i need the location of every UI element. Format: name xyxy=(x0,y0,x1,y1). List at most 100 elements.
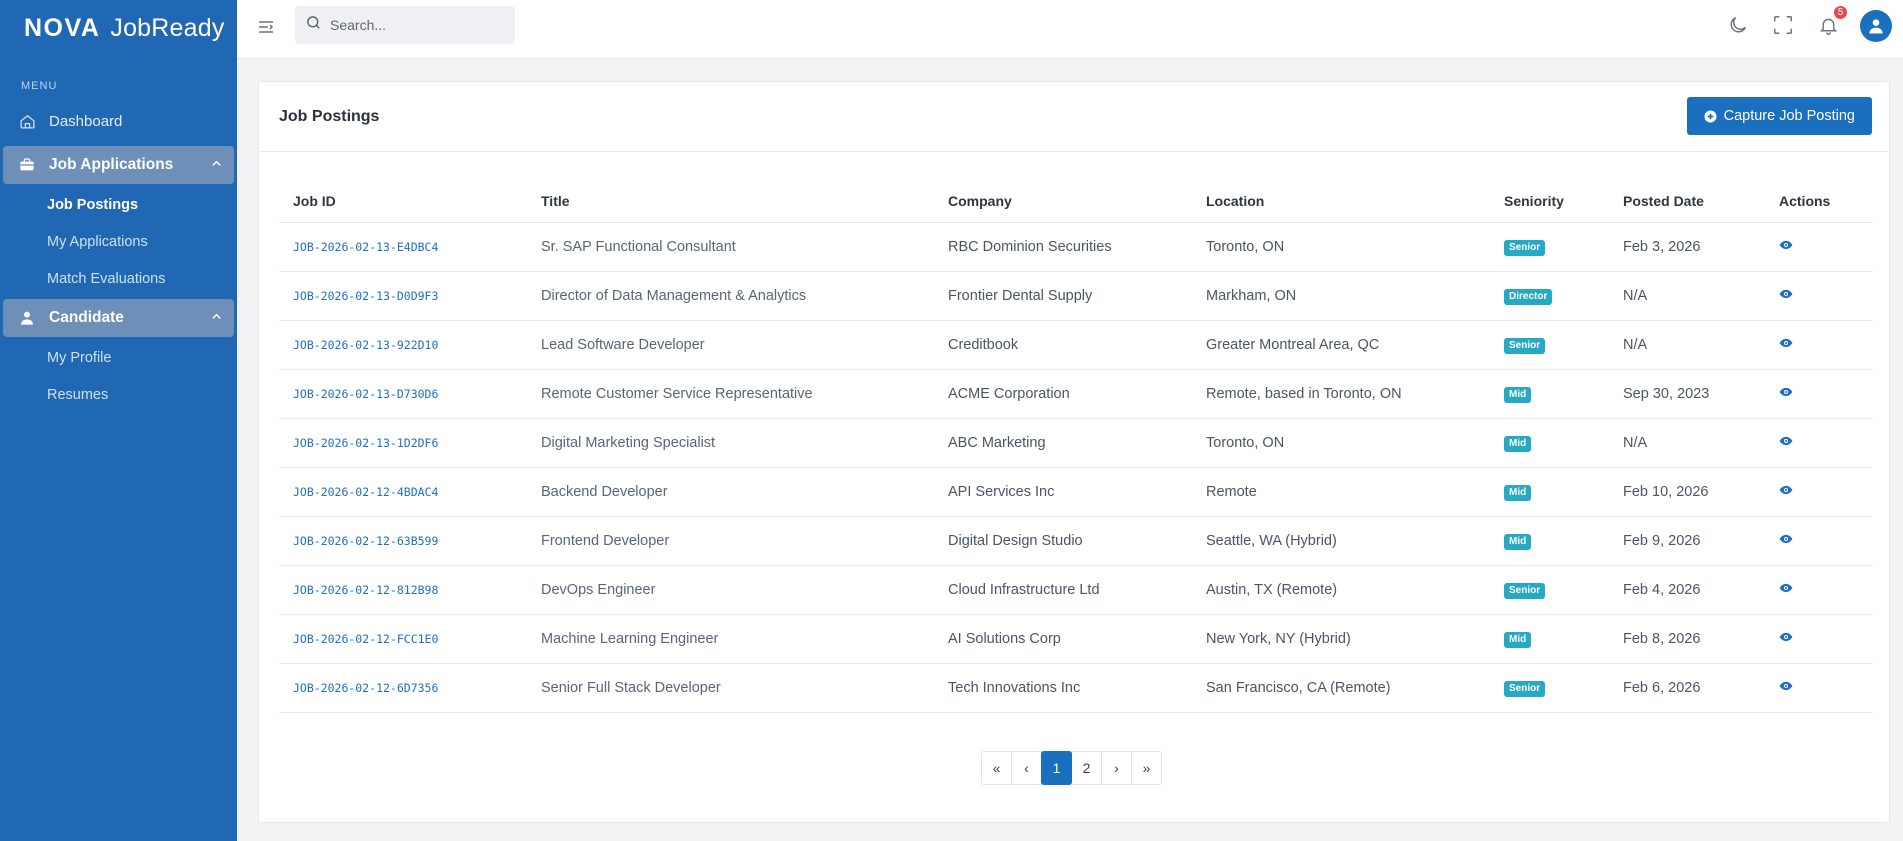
capture-job-posting-button[interactable]: Capture Job Posting xyxy=(1686,97,1872,135)
next-page-button[interactable]: › xyxy=(1101,751,1132,785)
job-title: Machine Learning Engineer xyxy=(527,614,934,664)
moon-icon[interactable] xyxy=(1725,12,1751,38)
eye-icon[interactable] xyxy=(1779,679,1793,693)
job-id-link[interactable]: JOB-2026-02-13-E4DBC4 xyxy=(279,222,527,272)
company-name: Digital Design Studio xyxy=(934,516,1192,566)
company-name: Creditbook xyxy=(934,320,1192,370)
job-postings-card: Job Postings Capture Job Posting Job ID … xyxy=(258,81,1890,823)
job-title: DevOps Engineer xyxy=(527,565,934,615)
seniority-badge: Mid xyxy=(1504,533,1532,550)
eye-icon[interactable] xyxy=(1779,287,1793,301)
sidebar-group-label: Job Applications xyxy=(49,156,174,173)
first-page-button[interactable]: « xyxy=(981,751,1012,785)
eye-icon[interactable] xyxy=(1779,238,1793,252)
location: New York, NY (Hybrid) xyxy=(1192,614,1490,664)
seniority-badge: Senior xyxy=(1504,337,1546,354)
table-row: JOB-2026-02-12-63B599 Frontend Developer D… xyxy=(279,516,1873,566)
sidebar-item-job-postings[interactable]: Job Postings xyxy=(0,186,237,223)
posted-date: Feb 9, 2026 xyxy=(1609,516,1765,566)
location: Austin, TX (Remote) xyxy=(1192,565,1490,615)
search-box[interactable] xyxy=(295,6,515,44)
seniority-cell: Senior xyxy=(1490,222,1609,272)
bell-icon[interactable]: 5 xyxy=(1815,4,1849,38)
header-title[interactable]: Title xyxy=(527,180,934,223)
capture-button-label: Capture Job Posting xyxy=(1723,108,1855,124)
eye-icon[interactable] xyxy=(1779,532,1793,546)
eye-icon[interactable] xyxy=(1779,483,1793,497)
location: Toronto, ON xyxy=(1192,418,1490,468)
posted-date: Feb 4, 2026 xyxy=(1609,565,1765,615)
avatar-icon[interactable] xyxy=(1860,10,1892,42)
job-id-link[interactable]: JOB-2026-02-13-D730D6 xyxy=(279,369,527,419)
fullscreen-icon[interactable] xyxy=(1770,12,1796,38)
prev-page-button[interactable]: ‹ xyxy=(1011,751,1042,785)
job-id-link[interactable]: JOB-2026-02-12-6D7356 xyxy=(279,663,527,713)
job-title: Senior Full Stack Developer xyxy=(527,663,934,713)
job-id-link[interactable]: JOB-2026-02-13-1D2DF6 xyxy=(279,418,527,468)
seniority-badge: Senior xyxy=(1504,239,1546,256)
posted-date: N/A xyxy=(1609,320,1765,370)
seniority-cell: Mid xyxy=(1490,467,1609,517)
header-seniority[interactable]: Seniority xyxy=(1490,180,1609,223)
job-id-link[interactable]: JOB-2026-02-13-D0D9F3 xyxy=(279,271,527,321)
header-posted-date[interactable]: Posted Date xyxy=(1609,180,1765,223)
chevron-up-icon xyxy=(211,309,222,327)
page-2-button[interactable]: 2 xyxy=(1071,751,1102,785)
sidebar-item-my-applications[interactable]: My Applications xyxy=(0,223,237,260)
sidebar-item-resumes[interactable]: Resumes xyxy=(0,376,237,413)
location: Toronto, ON xyxy=(1192,222,1490,272)
company-name: ABC Marketing xyxy=(934,418,1192,468)
sidebar-item-label: Dashboard xyxy=(49,112,123,130)
home-icon xyxy=(18,112,36,130)
table-row: JOB-2026-02-13-922D10 Lead Software Devel… xyxy=(279,320,1873,370)
eye-icon[interactable] xyxy=(1779,434,1793,448)
seniority-badge: Mid xyxy=(1504,484,1532,501)
search-input[interactable] xyxy=(330,17,500,33)
last-page-button[interactable]: » xyxy=(1131,751,1162,785)
job-id-link[interactable]: JOB-2026-02-12-63B599 xyxy=(279,516,527,566)
actions-cell xyxy=(1765,614,1873,664)
posted-date: Feb 10, 2026 xyxy=(1609,467,1765,517)
eye-icon[interactable] xyxy=(1779,336,1793,350)
seniority-badge: Mid xyxy=(1504,435,1532,452)
menu-icon[interactable] xyxy=(257,18,275,36)
page-1-button[interactable]: 1 xyxy=(1041,751,1072,785)
seniority-cell: Mid xyxy=(1490,614,1609,664)
actions-cell xyxy=(1765,369,1873,419)
sidebar-item-match-evaluations[interactable]: Match Evaluations xyxy=(0,260,237,297)
card-header: Job Postings xyxy=(259,82,1889,152)
posted-date: Feb 6, 2026 xyxy=(1609,663,1765,713)
actions-cell xyxy=(1765,467,1873,517)
company-name: API Services Inc xyxy=(934,467,1192,517)
briefcase-icon xyxy=(18,156,36,174)
table-row: JOB-2026-02-12-FCC1E0 Machine Learning En… xyxy=(279,614,1873,664)
table-header-row: Job ID Title Company Location Seniority … xyxy=(279,180,1873,223)
seniority-cell: Director xyxy=(1490,271,1609,321)
header-company[interactable]: Company xyxy=(934,180,1192,223)
seniority-cell: Senior xyxy=(1490,565,1609,615)
brand-name-bold: NOVA xyxy=(24,13,101,42)
actions-cell xyxy=(1765,418,1873,468)
sidebar-group-candidate[interactable]: Candidate xyxy=(3,299,234,337)
header-actions: Actions xyxy=(1765,180,1873,223)
header-location[interactable]: Location xyxy=(1192,180,1490,223)
company-name: RBC Dominion Securities xyxy=(934,222,1192,272)
eye-icon[interactable] xyxy=(1779,630,1793,644)
job-id-link[interactable]: JOB-2026-02-12-812B98 xyxy=(279,565,527,615)
brand-logo[interactable]: NOVA JobReady xyxy=(0,0,237,56)
job-title: Sr. SAP Functional Consultant xyxy=(527,222,934,272)
user-icon xyxy=(18,309,36,327)
eye-icon[interactable] xyxy=(1779,385,1793,399)
job-id-link[interactable]: JOB-2026-02-13-922D10 xyxy=(279,320,527,370)
location: Seattle, WA (Hybrid) xyxy=(1192,516,1490,566)
location: Markham, ON xyxy=(1192,271,1490,321)
sidebar-item-dashboard[interactable]: Dashboard xyxy=(3,102,234,140)
job-title: Lead Software Developer xyxy=(527,320,934,370)
sidebar-item-my-profile[interactable]: My Profile xyxy=(0,339,237,376)
job-id-link[interactable]: JOB-2026-02-12-FCC1E0 xyxy=(279,614,527,664)
seniority-cell: Senior xyxy=(1490,663,1609,713)
header-job-id[interactable]: Job ID xyxy=(279,180,527,223)
sidebar-group-job-applications[interactable]: Job Applications xyxy=(3,146,234,184)
eye-icon[interactable] xyxy=(1779,581,1793,595)
job-id-link[interactable]: JOB-2026-02-12-4BDAC4 xyxy=(279,467,527,517)
